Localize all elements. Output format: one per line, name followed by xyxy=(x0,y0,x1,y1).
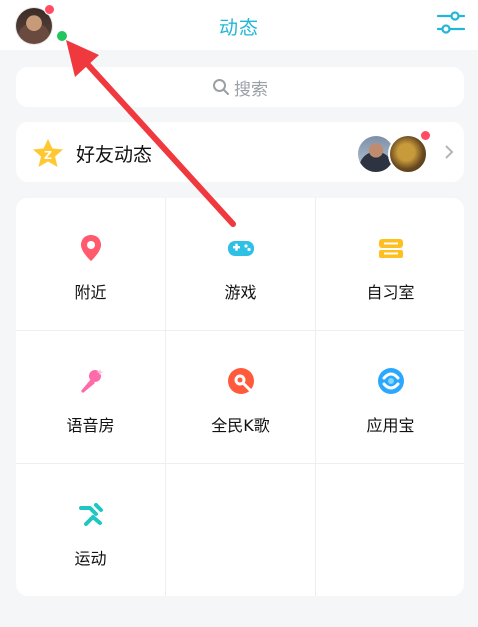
gamepad-icon xyxy=(227,241,254,256)
location-pin-icon xyxy=(80,235,101,261)
search-icon xyxy=(213,79,229,95)
new-activity-dot xyxy=(420,130,431,141)
friends-feed-row[interactable]: Z 好友动态 xyxy=(16,122,464,182)
grid-item-label: 自习室 xyxy=(366,283,415,302)
grid-item-study-room[interactable]: 自习室 xyxy=(316,198,464,330)
chevron-right-icon xyxy=(445,145,454,159)
grid-item-karaoke[interactable]: 全民K歌 xyxy=(166,331,315,463)
grid-item-label: 附近 xyxy=(74,283,107,302)
grid-item-nearby[interactable]: 附近 xyxy=(16,198,165,330)
search-bar[interactable]: 搜索 xyxy=(16,67,464,107)
grid-item-voice-room[interactable]: 语音房 xyxy=(16,331,165,463)
grid-item-label: 全民K歌 xyxy=(211,416,270,435)
grid-item-games[interactable]: 游戏 xyxy=(166,198,315,330)
app-store-icon xyxy=(377,368,404,394)
study-room-icon xyxy=(378,239,403,258)
search-placeholder: 搜索 xyxy=(234,79,268,100)
page-title: 动态 xyxy=(218,17,259,39)
karaoke-icon xyxy=(227,368,254,394)
filter-sliders-icon[interactable] xyxy=(436,10,466,36)
grid-item-label: 运动 xyxy=(74,549,107,568)
microphone-icon xyxy=(80,369,103,393)
friends-feed-label: 好友动态 xyxy=(76,144,153,166)
feature-grid: 附近 游戏 自习室 语音房 全民K歌 应用宝 运动 xyxy=(16,198,464,596)
running-icon xyxy=(78,503,103,526)
svg-text:Z: Z xyxy=(44,149,52,162)
grid-item-label: 游戏 xyxy=(224,283,257,302)
grid-item-sports[interactable]: 运动 xyxy=(16,464,165,596)
grid-item-app-store[interactable]: 应用宝 xyxy=(316,331,464,463)
qzone-star-icon: Z xyxy=(33,139,63,167)
grid-item-label: 应用宝 xyxy=(366,416,415,435)
top-bar: 动态 xyxy=(0,0,478,50)
grid-item-label: 语音房 xyxy=(66,416,115,435)
